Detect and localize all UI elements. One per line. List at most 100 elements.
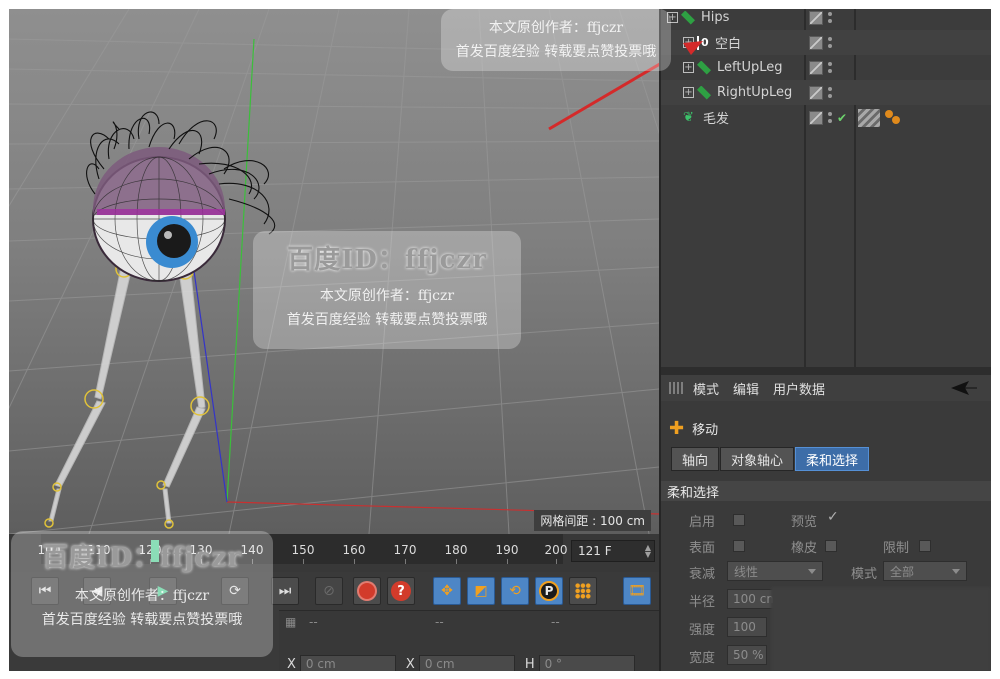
rotation-header: -- [551, 615, 560, 629]
obscured-area [771, 587, 991, 671]
visibility-icon[interactable] [809, 60, 823, 75]
key-icon: ⊘ [323, 583, 335, 599]
rotate-key-button[interactable]: ⟲ [501, 577, 529, 605]
go-to-end-button[interactable]: ⏭ [271, 577, 299, 605]
size-x-value: 0 cm [424, 657, 455, 671]
coordinate-manager: ▦ -- -- -- X 0 cm X 0 cm H 0 ° [279, 610, 659, 671]
timeline-button[interactable]: 🎞 [623, 577, 651, 605]
grip-icon[interactable]: ▦ [285, 615, 296, 629]
object-name: 空白 [715, 37, 742, 52]
object-row-hair[interactable]: ❦ 毛发 ✔ [661, 105, 991, 130]
mode-value: 全部 [890, 564, 915, 579]
falloff-dropdown[interactable]: 线性 [727, 561, 823, 581]
enabled-check-icon[interactable]: ✔ [837, 111, 847, 125]
tab-axis[interactable]: 轴向 [671, 447, 720, 471]
move-key-button[interactable]: ✥ [433, 577, 461, 605]
back-arrow-icon[interactable] [951, 381, 977, 395]
spinner-icon[interactable]: ▲ ▼ [645, 544, 651, 559]
hair-material-tag-icon[interactable] [858, 108, 880, 127]
mode-dropdown[interactable]: 全部 [883, 561, 967, 581]
width-field[interactable]: 50 % [727, 645, 767, 665]
expand-icon[interactable]: + [683, 62, 694, 73]
current-frame-field[interactable]: 121 F ▲ ▼ [571, 540, 655, 562]
rubber-checkbox[interactable] [825, 540, 837, 552]
point-level-button[interactable] [569, 577, 597, 605]
surface-checkbox[interactable] [733, 540, 745, 552]
watermark-id: 百度ID：ffjczr [42, 543, 242, 573]
object-name: LeftUpLeg [717, 60, 783, 75]
scale-key-button[interactable]: ◩ [467, 577, 495, 605]
falloff-value: 线性 [734, 564, 759, 579]
grid-spacing-readout: 网格间距 : 100 cm [534, 510, 651, 531]
object-row-rightupleg[interactable]: + RightUpLeg [661, 80, 991, 105]
object-row-hips[interactable]: + Hips [661, 9, 991, 30]
watermark-id: 百度ID：ffjczr [287, 245, 487, 275]
object-row-null[interactable]: + 0 空白 [661, 30, 991, 55]
visibility-icon[interactable] [809, 10, 823, 25]
position-header: -- [309, 615, 318, 629]
surface-label: 表面 [689, 541, 716, 556]
ruler-tick [507, 559, 508, 564]
current-frame-value: 121 F [578, 544, 612, 558]
help-button[interactable]: ? [387, 577, 415, 605]
panel-divider[interactable] [661, 367, 991, 375]
watermark-notice: 首发百度经验 转载要点赞投票哦 [41, 612, 243, 628]
help-icon: ? [391, 581, 411, 601]
hair-icon: ❦ [683, 109, 694, 125]
render-dots-icon[interactable] [827, 111, 833, 125]
render-dots-icon[interactable] [827, 61, 833, 75]
position-x-value: 0 cm [305, 657, 336, 671]
skip-end-icon: ⏭ [278, 583, 292, 599]
attribute-menubar: 模式 编辑 用户数据 [661, 375, 991, 401]
strength-field[interactable]: 100 [727, 617, 767, 637]
enable-checkbox[interactable] [733, 514, 745, 526]
size-x-field[interactable]: 0 cm [418, 655, 515, 671]
render-dots-icon[interactable] [827, 86, 833, 100]
ruler-tick [405, 559, 406, 564]
watermark-author: 本文原创作者：ffjczr [488, 20, 624, 36]
visibility-icon[interactable] [809, 85, 823, 100]
object-row-leftupleg[interactable]: + LeftUpLeg [661, 55, 991, 80]
watermark-notice: 首发百度经验 转载要点赞投票哦 [286, 312, 488, 328]
falloff-label: 衰减 [689, 567, 716, 582]
visibility-icon[interactable] [809, 35, 823, 50]
param-key-button[interactable]: P [535, 577, 563, 605]
tick-label: 190 [495, 543, 519, 557]
scale-icon: ◩ [474, 583, 488, 599]
bone-icon [697, 85, 711, 100]
ruler-tick [303, 559, 304, 564]
coordinate-row-x: X 0 cm X 0 cm H 0 ° [287, 655, 645, 671]
rotation-h-field[interactable]: 0 ° [538, 655, 635, 671]
section-title: 柔和选择 [661, 481, 991, 501]
width-label: 宽度 [689, 651, 716, 666]
move-icon: ✥ [441, 583, 453, 599]
tab-soft-selection[interactable]: 柔和选择 [795, 447, 870, 471]
grip-icon[interactable] [669, 382, 683, 394]
attribute-tabs: 轴向 对象轴心 柔和选择 [671, 447, 870, 471]
restrict-checkbox[interactable] [919, 540, 931, 552]
menu-user-data[interactable]: 用户数据 [773, 379, 825, 398]
object-name: 毛发 [703, 112, 730, 127]
attribute-manager: 模式 编辑 用户数据 ✚ 移动 轴向 对象轴心 柔和选择 柔和选择 启用 预览 … [661, 375, 991, 671]
watermark-author: 本文原创作者：ffjczr [319, 288, 455, 304]
position-x-field[interactable]: 0 cm [299, 655, 396, 671]
tick-label: 150 [291, 543, 315, 557]
render-dots-icon[interactable] [827, 11, 833, 25]
menu-mode[interactable]: 模式 [693, 379, 719, 398]
hair-tag-icon[interactable] [885, 109, 905, 126]
parameter-icon: P [539, 581, 559, 601]
tab-object-axis[interactable]: 对象轴心 [720, 447, 795, 471]
rotation-h-value: 0 ° [544, 657, 563, 671]
bone-icon [697, 60, 711, 75]
watermark-notice: 首发百度经验 转载要点赞投票哦 [455, 44, 657, 60]
render-dots-icon[interactable] [827, 36, 833, 50]
preview-checkbox[interactable]: ✓ [827, 509, 839, 525]
expand-icon[interactable]: + [683, 87, 694, 98]
restrict-label: 限制 [883, 541, 910, 556]
record-icon [357, 581, 377, 601]
visibility-icon[interactable] [809, 110, 823, 125]
keyframe-disabled-button[interactable]: ⊘ [315, 577, 343, 605]
tick-label: 180 [444, 543, 468, 557]
menu-edit[interactable]: 编辑 [733, 379, 759, 398]
record-button[interactable] [353, 577, 381, 605]
